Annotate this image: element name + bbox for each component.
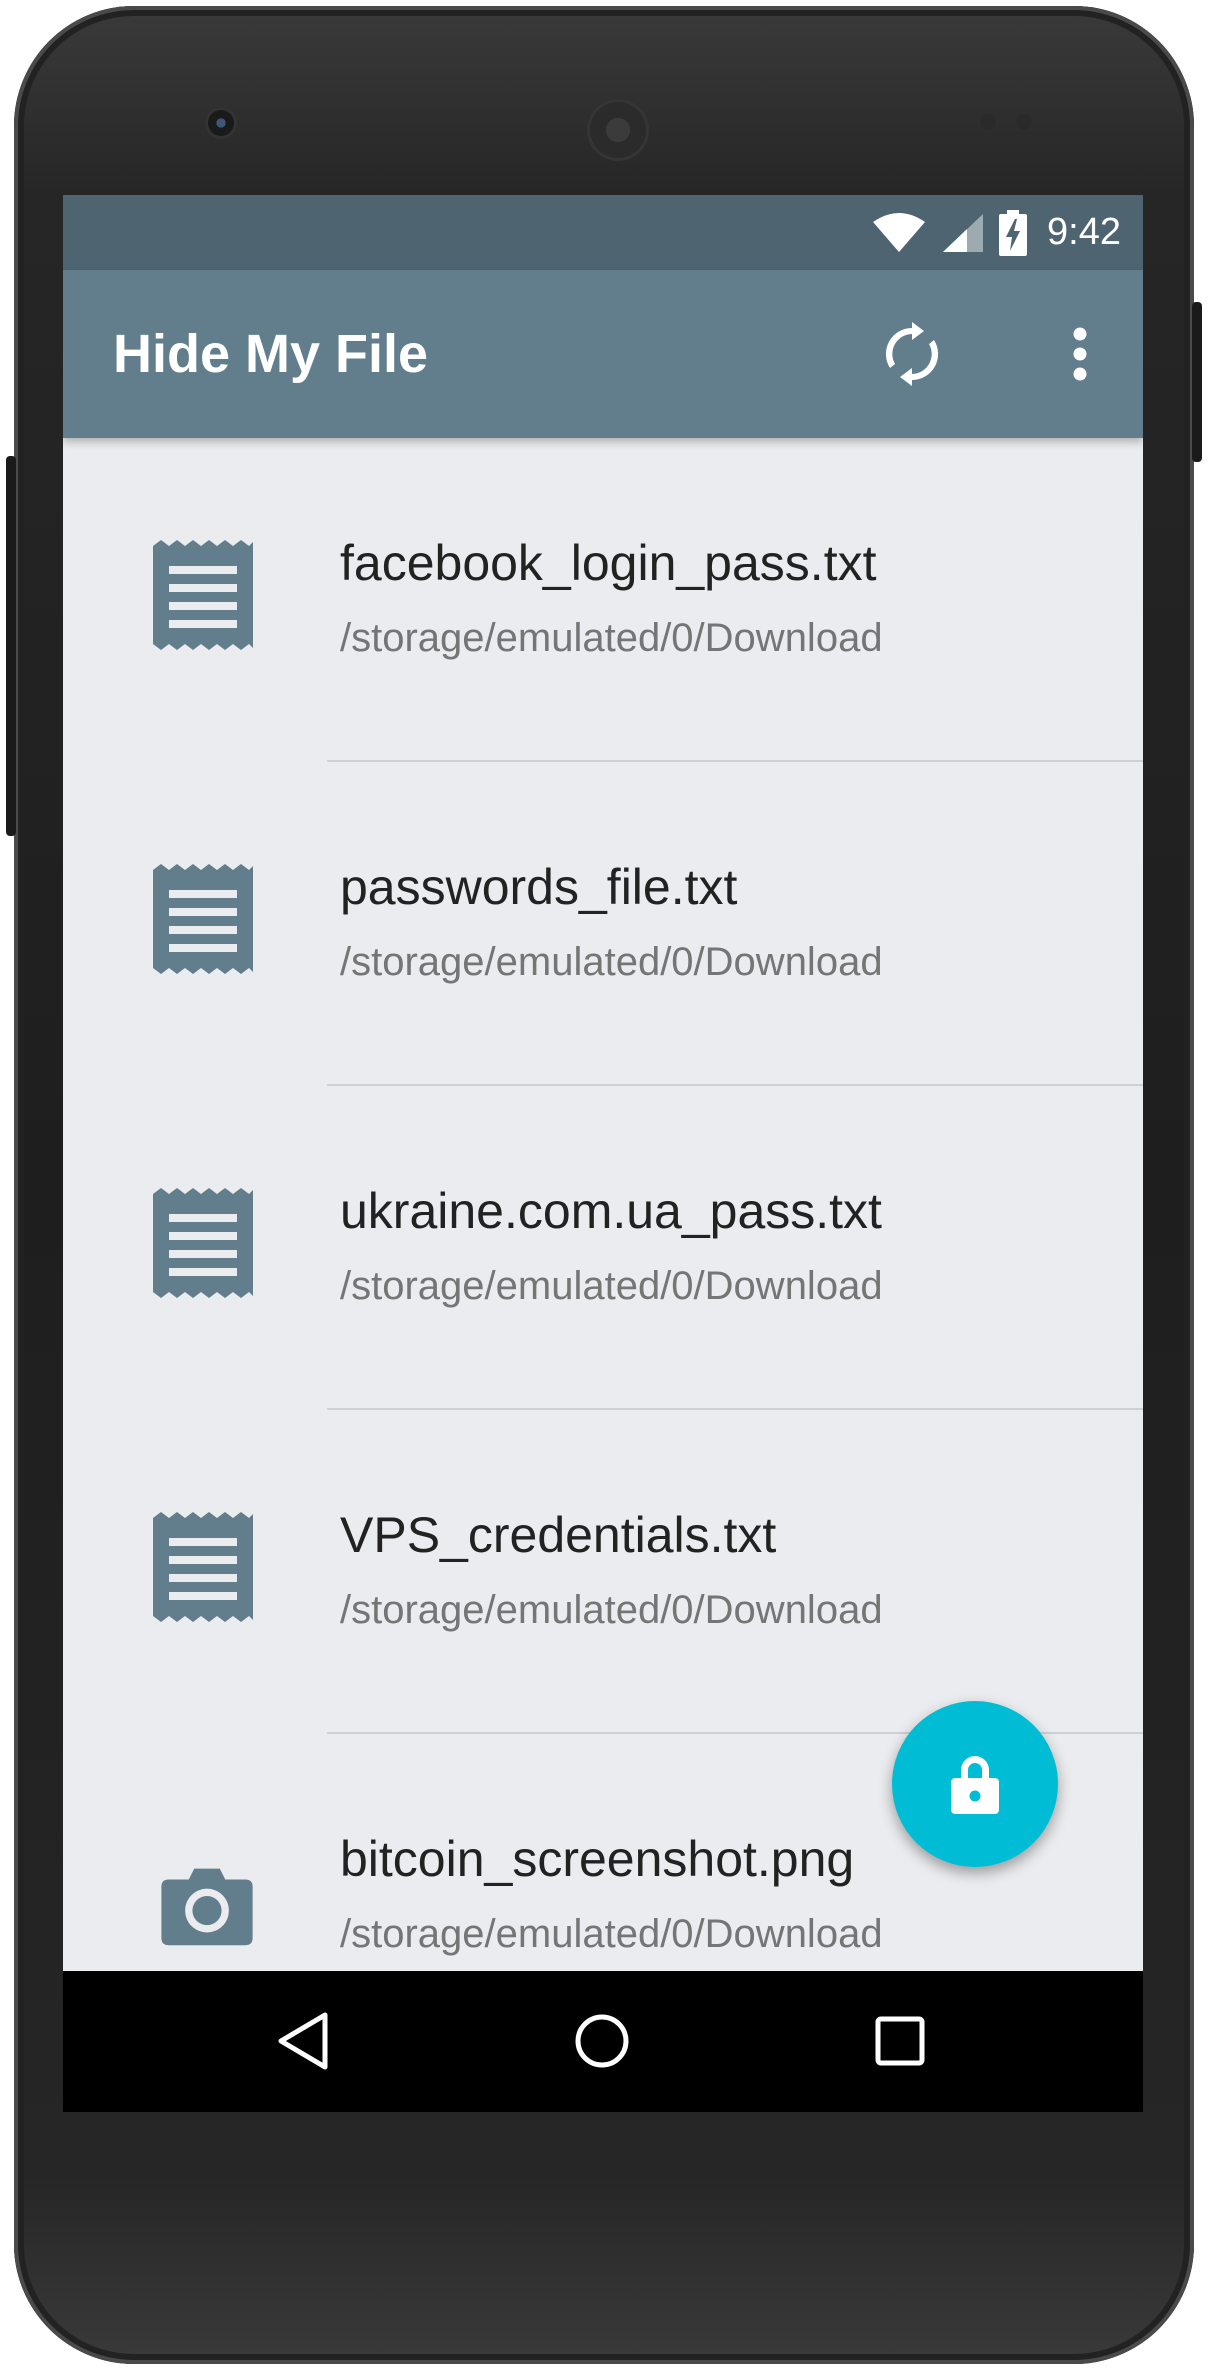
status-time: 9:42 <box>1047 211 1121 253</box>
hide-file-fab[interactable] <box>892 1701 1058 1867</box>
home-icon <box>575 2014 629 2068</box>
list-item[interactable]: facebook_login_pass.txt /storage/emulate… <box>63 438 1143 762</box>
text-file-icon <box>153 1188 253 1298</box>
text-file-icon <box>153 540 253 650</box>
navigation-bar <box>63 1971 1143 2112</box>
volume-button <box>6 456 16 836</box>
front-camera <box>208 110 234 136</box>
app-title: Hide My File <box>113 324 429 384</box>
file-name: bitcoin_screenshot.png <box>340 1831 855 1887</box>
earpiece-speaker <box>590 102 646 158</box>
cell-signal-icon <box>943 213 984 252</box>
file-path: /storage/emulated/0/Download <box>340 940 883 984</box>
power-button <box>1192 302 1202 462</box>
app-bar: Hide My File <box>63 270 1143 438</box>
home-button[interactable] <box>552 1991 652 2091</box>
lock-icon <box>951 1756 999 1814</box>
file-name: ukraine.com.ua_pass.txt <box>340 1183 882 1239</box>
camera-icon <box>161 1868 253 1946</box>
back-icon <box>278 2012 328 2070</box>
more-vert-icon <box>1073 327 1087 381</box>
wifi-icon <box>873 212 926 252</box>
file-path: /storage/emulated/0/Download <box>340 616 883 660</box>
file-path: /storage/emulated/0/Download <box>340 1264 883 1308</box>
file-name: passwords_file.txt <box>340 859 738 915</box>
text-file-icon <box>153 1512 253 1622</box>
status-bar: 9:42 <box>63 195 1143 270</box>
file-name: facebook_login_pass.txt <box>340 535 877 591</box>
file-name: VPS_credentials.txt <box>340 1507 777 1563</box>
recents-icon <box>875 2016 925 2066</box>
status-icons: 9:42 <box>871 195 1121 270</box>
list-item[interactable]: passwords_file.txt /storage/emulated/0/D… <box>63 762 1143 1086</box>
sync-button[interactable] <box>872 314 952 394</box>
recents-button[interactable] <box>850 1991 950 2091</box>
list-item[interactable]: VPS_credentials.txt /storage/emulated/0/… <box>63 1410 1143 1734</box>
text-file-icon <box>153 864 253 974</box>
battery-charging-icon <box>999 209 1028 256</box>
sync-icon <box>885 322 939 386</box>
more-options-button[interactable] <box>1040 314 1120 394</box>
light-sensor <box>1016 114 1032 130</box>
file-path: /storage/emulated/0/Download <box>340 1912 883 1956</box>
file-path: /storage/emulated/0/Download <box>340 1588 883 1632</box>
screen: 9:42 Hide My File facebook_login_pass.tx… <box>63 195 1143 2112</box>
list-item[interactable]: ukraine.com.ua_pass.txt /storage/emulate… <box>63 1086 1143 1410</box>
proximity-sensor <box>980 114 996 130</box>
back-button[interactable] <box>253 1991 353 2091</box>
